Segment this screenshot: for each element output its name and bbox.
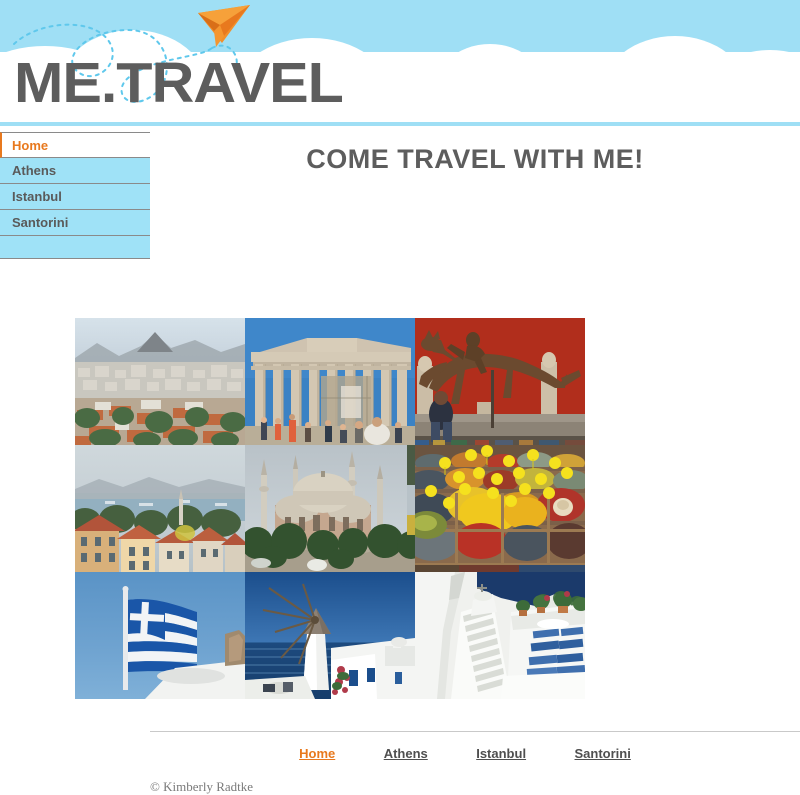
footer-link-santorini[interactable]: Santorini [575,746,631,761]
site-logo-text: ME.TRAVEL [14,51,344,115]
gallery-photo-greek-flag[interactable] [75,572,245,699]
page-body: Home Athens Istanbul Santorini COME TRAV… [0,126,800,794]
gallery-photo-hagia-sophia[interactable] [245,445,415,572]
gallery-photo-santorini-stairs[interactable] [415,572,585,699]
footer-nav: Home Athens Istanbul Santorini [150,745,800,763]
site-header: ME.TRAVEL [0,0,800,126]
gallery-photo-spice-bazaar[interactable] [415,445,585,572]
sidebar-item-athens[interactable]: Athens [0,158,150,184]
footer-link-home[interactable]: Home [299,746,335,761]
gallery-photo-santorini-windmill[interactable] [245,572,415,699]
paper-plane-icon [198,5,250,47]
gallery-photo-jockey-statue[interactable] [415,318,585,445]
sidebar-item-istanbul[interactable]: Istanbul [0,184,150,210]
header-divider [0,122,800,126]
sidebar-filler [0,236,150,259]
gallery-photo-istanbul-bosphorus[interactable] [75,445,245,572]
footer-link-athens[interactable]: Athens [384,746,428,761]
photo-gallery [75,318,585,699]
gallery-photo-parthenon[interactable] [245,318,415,445]
site-footer: Home Athens Istanbul Santorini © Kimberl… [150,731,800,795]
sidebar-item-home[interactable]: Home [0,132,150,158]
footer-divider [150,731,800,732]
sidebar-item-santorini[interactable]: Santorini [0,210,150,236]
footer-link-istanbul[interactable]: Istanbul [476,746,526,761]
gallery-photo-athens-cityscape[interactable] [75,318,245,445]
page-title: COME TRAVEL WITH ME! [306,144,644,174]
copyright-text: © Kimberly Radtke [150,779,254,794]
main-content: COME TRAVEL WITH ME! [150,126,800,175]
site-logo[interactable]: ME.TRAVEL [14,53,344,113]
sidebar-nav: Home Athens Istanbul Santorini [0,132,150,259]
